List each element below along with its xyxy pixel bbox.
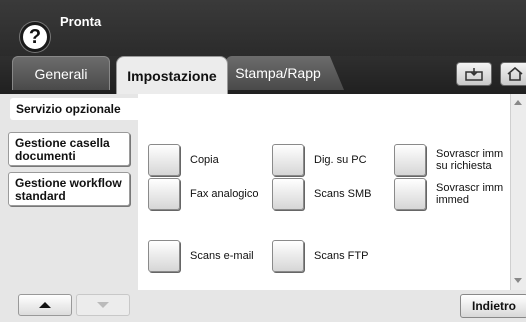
tab-stampa-rapp[interactable]: Stampa/Rapp [226,56,344,90]
tray-button[interactable] [456,62,492,86]
home-icon [507,67,523,81]
tab-generali-label: Generali [34,65,88,82]
home-button[interactable] [500,62,526,86]
status-text: Pronta [60,14,102,29]
option-button[interactable] [148,178,180,210]
option-button[interactable] [394,144,426,176]
scroll-down-icon[interactable] [514,278,522,283]
tab-impostazione[interactable]: Impostazione [116,56,228,94]
option-scans-email[interactable]: Scans e-mail [148,240,254,272]
sidebar: Servizio opzionale Gestione casella docu… [0,94,138,322]
option-fax-analogico[interactable]: Fax analogico [148,178,259,210]
option-label: Sovrascr imm immed [436,182,504,206]
sidebar-scroll-up-button[interactable] [18,294,72,316]
sidebar-scroll-down-button[interactable] [76,294,130,316]
back-button-label: Indietro [472,299,516,313]
sidebar-item-label: Gestione workflow standard [15,176,122,203]
back-button[interactable]: Indietro [460,294,526,318]
option-button[interactable] [272,144,304,176]
option-button[interactable] [148,144,180,176]
option-button[interactable] [272,240,304,272]
option-label: Scans FTP [314,250,369,262]
arrow-up-icon [39,302,51,308]
sidebar-item-gestione-workflow[interactable]: Gestione workflow standard [8,172,130,206]
sidebar-item-label: Gestione casella documenti [15,136,110,163]
scroll-up-icon[interactable] [514,100,522,105]
bottom-bar: Indietro [138,290,526,322]
help-icon[interactable]: ? [20,22,50,52]
option-scans-smb[interactable]: Scans SMB [272,178,371,210]
tab-generali[interactable]: Generali [12,56,110,90]
option-label: Sovrascr imm su richiesta [436,148,504,172]
option-label: Dig. su PC [314,154,367,166]
sidebar-item-servizio-opzionale[interactable]: Servizio opzionale [10,98,138,120]
header-bar: ? Pronta [0,0,526,56]
tab-bar: Generali Stampa/Rapp Impostazione [0,56,526,94]
option-dig-su-pc[interactable]: Dig. su PC [272,144,367,176]
option-label: Scans e-mail [190,250,254,262]
option-scans-ftp[interactable]: Scans FTP [272,240,368,272]
tray-icon [465,68,483,81]
option-label: Fax analogico [190,188,259,200]
option-button[interactable] [394,178,426,210]
option-sovrascr-su-richiesta[interactable]: Sovrascr imm su richiesta [394,144,508,176]
option-copia[interactable]: Copia [148,144,219,176]
option-button[interactable] [148,240,180,272]
content-scrollbar[interactable] [510,94,526,290]
option-sovrascr-immed[interactable]: Sovrascr imm immed [394,178,508,210]
option-label: Scans SMB [314,188,372,200]
sidebar-item-gestione-casella[interactable]: Gestione casella documenti [8,132,130,166]
option-button[interactable] [272,178,304,210]
arrow-down-icon [97,302,109,308]
tab-impostazione-label: Impostazione [127,67,217,84]
option-label: Copia [190,154,219,166]
tab-stampa-rapp-label: Stampa/Rapp [235,65,321,81]
options-panel: Copia Dig. su PC Sovrascr imm su richies… [138,94,510,290]
sidebar-item-label: Servizio opzionale [16,102,121,116]
